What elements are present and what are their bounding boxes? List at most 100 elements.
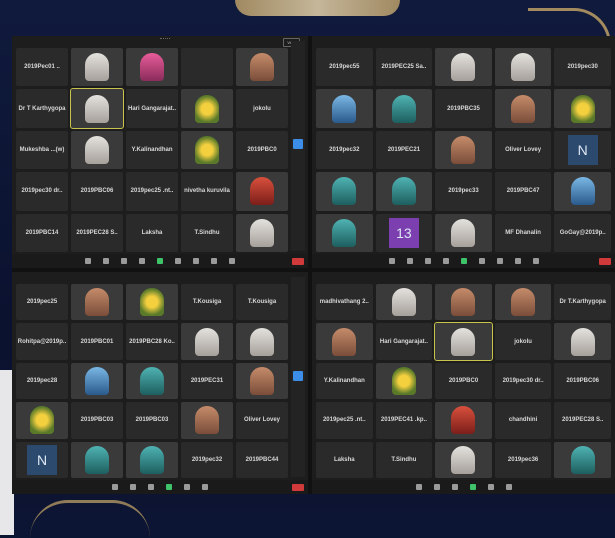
participant-tile-video[interactable] <box>316 89 373 128</box>
participant-tile-name[interactable]: 2019pec32 <box>181 441 233 478</box>
participant-tile-video[interactable] <box>554 89 611 128</box>
participant-tile-video[interactable] <box>375 284 433 321</box>
participant-tile-name[interactable]: 2019PEC21 <box>375 130 433 170</box>
participant-tile-video[interactable] <box>494 48 552 87</box>
participant-tile-name[interactable]: T.Sindhu <box>181 213 233 252</box>
participant-tile-video[interactable] <box>236 362 288 400</box>
mic-icon[interactable] <box>388 258 395 264</box>
participant-tile-video[interactable] <box>126 284 178 321</box>
participant-tile-video[interactable] <box>71 130 123 170</box>
participant-tile-name[interactable]: Oliver Lovey <box>236 402 288 439</box>
share-screen-icon[interactable] <box>166 484 172 490</box>
participant-tile-video[interactable] <box>236 172 288 211</box>
end-meeting-button[interactable] <box>599 258 611 265</box>
chat-icon[interactable] <box>478 258 485 264</box>
mic-icon[interactable] <box>112 484 118 490</box>
end-meeting-button[interactable] <box>292 258 304 265</box>
participant-tile-name[interactable]: 2019PEC28 S.. <box>554 402 611 439</box>
end-meeting-button[interactable] <box>292 484 304 491</box>
chat-icon[interactable] <box>175 258 181 264</box>
security-icon[interactable] <box>121 258 127 264</box>
participant-tile-video[interactable] <box>435 284 492 321</box>
participant-tile-name[interactable]: chandhini <box>494 402 552 439</box>
participant-tile-name[interactable]: 2019pec28 <box>16 362 68 400</box>
more-icon[interactable] <box>229 258 235 264</box>
participant-tile-video[interactable] <box>236 323 288 360</box>
participant-tile-avatar[interactable]: N <box>554 130 611 170</box>
security-icon[interactable] <box>424 258 431 264</box>
participant-tile-name[interactable]: 2019PBC0 <box>435 362 492 400</box>
participant-tile-name[interactable]: 2019PBC0 <box>236 130 288 170</box>
participant-tile-name[interactable]: jokolu <box>494 323 552 360</box>
participant-tile-video[interactable] <box>554 172 611 211</box>
share-screen-icon[interactable] <box>460 258 467 264</box>
participant-tile-name[interactable]: 2019pec30 dr.. <box>16 172 68 211</box>
participant-tile-name[interactable]: 2019pec25 .nt.. <box>316 402 373 439</box>
participants-icon[interactable] <box>451 484 458 490</box>
participant-tile-name[interactable]: 2019pec25 .nt.. <box>126 172 178 211</box>
participant-tile-name[interactable]: 2019pec30 dr.. <box>494 362 552 400</box>
participant-tile-name[interactable]: Y.Kalinandhan <box>126 130 178 170</box>
participant-tile-name[interactable]: 2019PEC41 .kp.. <box>375 402 433 439</box>
participant-tile-name[interactable]: T.Kousiga <box>236 284 288 321</box>
participant-tile-video[interactable] <box>181 130 233 170</box>
participant-tile-name[interactable]: 2019PEC31 <box>181 362 233 400</box>
camera-icon[interactable] <box>406 258 413 264</box>
participant-tile-video[interactable] <box>236 48 288 87</box>
participant-tile-video[interactable] <box>375 362 433 400</box>
participant-tile-video[interactable] <box>126 441 178 478</box>
chat-icon[interactable] <box>184 484 190 490</box>
participant-tile-video[interactable] <box>71 362 123 400</box>
participant-tile-video[interactable] <box>375 89 433 128</box>
participant-tile-name[interactable]: Laksha <box>316 441 373 478</box>
reactions-icon[interactable] <box>211 258 217 264</box>
participant-tile-name[interactable]: 2019PBC01 <box>71 323 123 360</box>
participant-tile-name[interactable]: 2019PBC03 <box>126 402 178 439</box>
participant-tile-video[interactable] <box>554 441 611 478</box>
participant-tile-name[interactable]: Hari Gangarajat.. <box>375 323 433 360</box>
participant-tile-video[interactable] <box>435 441 492 478</box>
participant-tile-avatar[interactable]: N <box>16 441 68 478</box>
participant-tile-video[interactable] <box>494 89 552 128</box>
participant-tile-name[interactable]: Y.Kalinandhan <box>316 362 373 400</box>
participant-tile-video[interactable] <box>434 322 493 361</box>
participant-tile-video[interactable] <box>181 89 233 128</box>
share-screen-icon[interactable] <box>469 484 476 490</box>
participant-tile-name[interactable]: 2019PEC28 S.. <box>71 213 123 252</box>
page-arrow-icon[interactable] <box>293 371 303 381</box>
share-screen-icon[interactable] <box>157 258 163 264</box>
participant-tile-name[interactable]: Hari Gangarajat.. <box>126 89 178 128</box>
participant-tile-video[interactable] <box>181 402 233 439</box>
participant-tile-video[interactable] <box>71 441 123 478</box>
camera-icon[interactable] <box>130 484 136 490</box>
participant-tile-name[interactable]: 2019PBC06 <box>554 362 611 400</box>
participant-tile-video[interactable] <box>375 172 433 211</box>
participant-tile-name[interactable]: 2019pec36 <box>494 441 552 478</box>
participant-tile-video[interactable] <box>435 402 492 439</box>
participant-tile-video[interactable] <box>554 323 611 360</box>
record-icon[interactable] <box>496 258 503 264</box>
participant-tile-video[interactable] <box>70 88 124 129</box>
participant-tile-name[interactable]: T.Sindhu <box>375 441 433 478</box>
participant-tile-name[interactable]: 2019PEC25 Sa.. <box>375 48 433 87</box>
participant-tile-video[interactable] <box>181 323 233 360</box>
participant-tile-video[interactable] <box>236 213 288 252</box>
more-icon[interactable] <box>505 484 512 490</box>
participant-tile-video[interactable] <box>435 213 492 252</box>
participant-tile-name[interactable]: Mukeshba ...(w) <box>16 130 68 170</box>
page-arrow-icon[interactable] <box>293 139 303 149</box>
record-icon[interactable] <box>193 258 199 264</box>
participant-tile-name[interactable]: nivetha kuruvila <box>181 172 233 211</box>
camera-icon[interactable] <box>103 258 109 264</box>
participant-tile-name[interactable]: 2019PBC28 Ko.. <box>126 323 178 360</box>
security-icon[interactable] <box>148 484 154 490</box>
participant-tile-video[interactable] <box>126 48 178 87</box>
participant-tile-video[interactable] <box>71 284 123 321</box>
participant-tile-name[interactable]: 2019Pec01 .. <box>16 48 68 87</box>
participant-tile-name[interactable]: 2019pec33 <box>435 172 492 211</box>
participant-tile-video[interactable] <box>316 213 373 252</box>
participant-tile-video[interactable] <box>126 362 178 400</box>
more-icon[interactable] <box>202 484 208 490</box>
participant-tile-name[interactable]: MF Dhanalin <box>494 213 552 252</box>
participant-tile-video[interactable] <box>435 48 492 87</box>
